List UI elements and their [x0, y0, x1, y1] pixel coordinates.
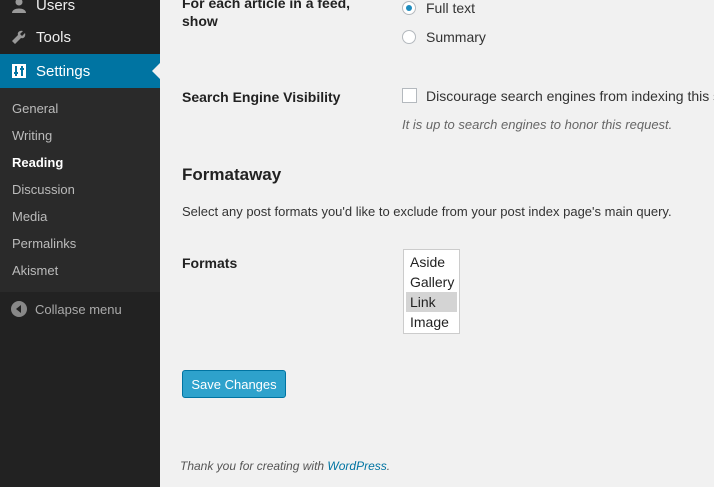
summary-radio[interactable]	[402, 30, 416, 44]
formataway-heading: Formataway	[182, 165, 282, 184]
menu-item-users[interactable]: Users	[0, 0, 160, 22]
visibility-description: It is up to search engines to honor this…	[402, 117, 673, 132]
full-text-label[interactable]: Full text	[426, 0, 475, 16]
users-icon	[11, 0, 27, 13]
wordpress-link[interactable]: WordPress	[327, 459, 386, 473]
search-visibility-label: Search Engine Visibility	[182, 89, 341, 105]
format-option-aside[interactable]: Aside	[406, 252, 457, 272]
menu-item-tools[interactable]: Tools	[0, 20, 160, 54]
collapse-menu-button[interactable]: Collapse menu	[0, 292, 160, 326]
menu-item-label: Settings	[36, 62, 91, 80]
submenu-item-reading[interactable]: Reading	[12, 155, 63, 170]
admin-sidebar: Users Tools Settings General Writing Rea…	[0, 0, 160, 487]
format-option-gallery[interactable]: Gallery	[406, 272, 457, 292]
settings-submenu: General Writing Reading Discussion Media…	[0, 88, 160, 292]
footer-text: Thank you for creating with WordPress.	[180, 459, 390, 473]
full-text-radio[interactable]	[402, 1, 416, 15]
menu-item-label: Users	[36, 0, 76, 14]
feed-setting-label: For each article in a feed, show	[182, 0, 351, 29]
formats-multiselect[interactable]: Aside Gallery Link Image	[403, 249, 460, 334]
formats-label: Formats	[182, 255, 238, 271]
menu-item-label: Tools	[36, 28, 72, 46]
save-changes-button[interactable]: Save Changes	[182, 370, 286, 398]
footer-thanks: Thank you for creating with	[180, 459, 328, 473]
submenu-item-general[interactable]: General	[12, 101, 58, 116]
collapse-menu-label: Collapse menu	[35, 301, 122, 317]
summary-label[interactable]: Summary	[426, 29, 486, 45]
discourage-search-checkbox[interactable]	[402, 88, 417, 103]
submenu-item-akismet[interactable]: Akismet	[12, 263, 58, 278]
submenu-item-media[interactable]: Media	[12, 209, 47, 224]
format-option-link[interactable]: Link	[406, 292, 457, 312]
settings-icon	[11, 63, 27, 79]
formataway-description: Select any post formats you'd like to ex…	[182, 204, 672, 219]
collapse-arrow-icon	[11, 301, 27, 317]
format-option-image[interactable]: Image	[406, 312, 457, 332]
footer-suffix: .	[386, 459, 391, 473]
menu-item-settings[interactable]: Settings	[0, 54, 160, 88]
submenu-item-discussion[interactable]: Discussion	[12, 182, 75, 197]
submenu-item-writing[interactable]: Writing	[12, 128, 52, 143]
wrench-icon	[11, 29, 27, 45]
discourage-search-label[interactable]: Discourage search engines from indexing …	[426, 88, 714, 104]
submenu-item-permalinks[interactable]: Permalinks	[12, 236, 76, 251]
